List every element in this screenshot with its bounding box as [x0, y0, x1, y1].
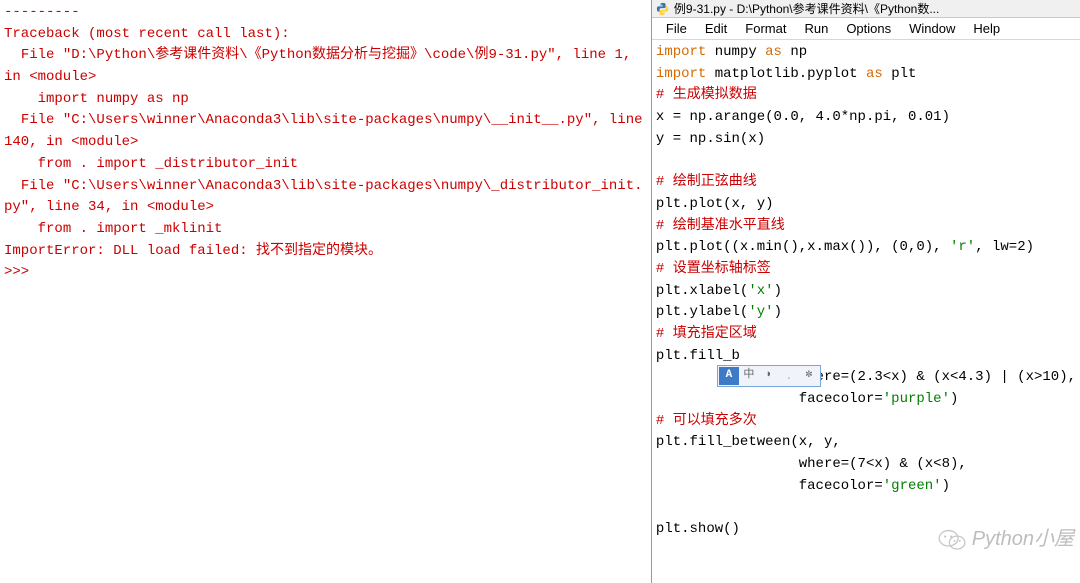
traceback-line: from . import _distributor_init — [4, 154, 647, 176]
watermark-text: Python小屋 — [972, 524, 1074, 555]
console-dashes: --------- — [4, 2, 647, 24]
menu-run[interactable]: Run — [796, 19, 836, 38]
console-output-pane[interactable]: --------- Traceback (most recent call la… — [0, 0, 652, 583]
python-icon — [656, 2, 670, 16]
code-comment: # 生成模拟数据 — [656, 85, 1076, 107]
wechat-icon — [938, 528, 966, 552]
code-line: where=(7<x) & (x<8), — [656, 454, 1076, 476]
code-line: plt.plot((x.min(),x.max()), (0,0), 'r', … — [656, 237, 1076, 259]
traceback-line: File "C:\Users\winner\Anaconda3\lib\site… — [4, 110, 647, 153]
traceback-line: import numpy as np — [4, 89, 647, 111]
menu-edit[interactable]: Edit — [697, 19, 735, 38]
ime-button[interactable]: ✼ — [799, 367, 819, 385]
menu-format[interactable]: Format — [737, 19, 794, 38]
code-line: facecolor='purple') — [656, 389, 1076, 411]
traceback-line: Traceback (most recent call last): — [4, 24, 647, 46]
ime-button[interactable]: ˌ — [779, 367, 799, 385]
ime-button[interactable]: 中 — [739, 367, 759, 385]
window-title-bar: 例9-31.py - D:\Python\参考课件资料\《Python数... — [652, 0, 1080, 18]
code-comment: # 绘制基准水平直线 — [656, 216, 1076, 238]
code-line-blank — [656, 497, 1076, 519]
code-comment: # 设置坐标轴标签 — [656, 259, 1076, 281]
code-line: import numpy as np — [656, 42, 1076, 64]
menu-file[interactable]: File — [658, 19, 695, 38]
code-line: plt.ylabel('y') — [656, 302, 1076, 324]
editor-pane: 例9-31.py - D:\Python\参考课件资料\《Python数... … — [652, 0, 1080, 583]
code-line: plt.xlabel('x') — [656, 281, 1076, 303]
traceback-line: from . import _mklinit — [4, 219, 647, 241]
watermark: Python小屋 — [938, 524, 1074, 555]
window-title-text: 例9-31.py - D:\Python\参考课件资料\《Python数... — [674, 0, 939, 17]
menu-bar: File Edit Format Run Options Window Help — [652, 18, 1080, 40]
code-comment: # 绘制正弦曲线 — [656, 172, 1076, 194]
ime-toolbar[interactable]: A 中 ◗ ˌ ✼ — [717, 365, 821, 387]
code-line: x = np.arange(0.0, 4.0*np.pi, 0.01) — [656, 107, 1076, 129]
code-line: facecolor='green') — [656, 476, 1076, 498]
menu-options[interactable]: Options — [838, 19, 899, 38]
ime-button[interactable]: ◗ — [759, 367, 779, 385]
menu-help[interactable]: Help — [965, 19, 1008, 38]
code-line: plt.plot(x, y) — [656, 194, 1076, 216]
code-editor[interactable]: import numpy as np import matplotlib.pyp… — [652, 40, 1080, 583]
code-line: plt.fill_between(x, y, — [656, 432, 1076, 454]
traceback-line: File "C:\Users\winner\Anaconda3\lib\site… — [4, 176, 647, 219]
code-line: import matplotlib.pyplot as plt — [656, 64, 1076, 86]
code-line-blank — [656, 150, 1076, 172]
ime-mode-icon[interactable]: A — [719, 367, 739, 385]
code-line: y = np.sin(x) — [656, 129, 1076, 151]
code-comment: # 可以填充多次 — [656, 411, 1076, 433]
menu-window[interactable]: Window — [901, 19, 963, 38]
code-comment: # 填充指定区域 — [656, 324, 1076, 346]
traceback-line: File "D:\Python\参考课件资料\《Python数据分析与挖掘》\c… — [4, 45, 647, 88]
prompt-line[interactable]: >>> — [4, 262, 647, 284]
traceback-error-line: ImportError: DLL load failed: 找不到指定的模块。 — [4, 241, 647, 263]
